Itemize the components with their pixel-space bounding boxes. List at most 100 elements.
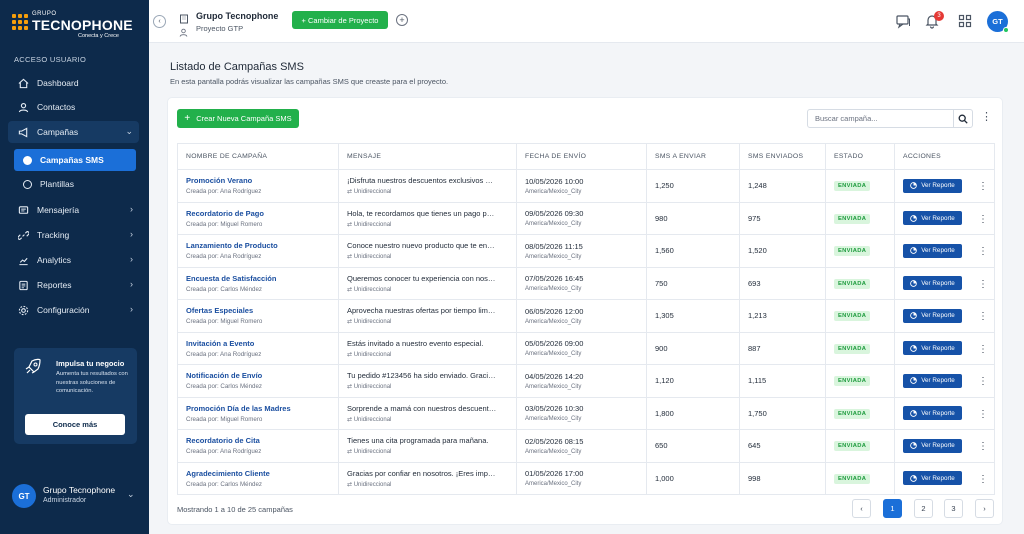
column-header[interactable]: SMS ENVIADOS bbox=[739, 143, 826, 170]
view-report-button[interactable]: Ver Reporte bbox=[903, 276, 962, 291]
conoce-mas-button[interactable]: Conoce más bbox=[25, 414, 125, 435]
message-type-label: Unidireccional bbox=[353, 416, 392, 423]
view-report-button[interactable]: Ver Reporte bbox=[903, 471, 962, 486]
table-row: Recordatorio de Cita Creada por: Ana Rodr… bbox=[177, 429, 995, 463]
pagination-page-1[interactable]: 1 bbox=[883, 499, 902, 518]
row-more-options-icon[interactable]: ⋮ bbox=[978, 409, 988, 420]
campaign-name-link[interactable]: Encuesta de Satisfacción bbox=[186, 274, 338, 283]
sidebar-item-campanas[interactable]: Campañas ⌄ bbox=[8, 121, 139, 143]
row-more-options-icon[interactable]: ⋮ bbox=[978, 312, 988, 322]
view-report-button[interactable]: Ver Reporte bbox=[903, 438, 962, 453]
chevron-right-icon: › bbox=[130, 229, 133, 239]
brand-tagline: Conecta y Crece bbox=[78, 33, 119, 39]
more-options-icon[interactable]: ⋮ bbox=[981, 112, 992, 123]
sidebar-item-configuracion[interactable]: Configuración › bbox=[8, 299, 139, 321]
view-report-button[interactable]: Ver Reporte bbox=[903, 406, 962, 421]
column-header[interactable]: MENSAJE bbox=[338, 143, 517, 170]
campaign-name-link[interactable]: Agradecimiento Cliente bbox=[186, 469, 338, 478]
campaign-name-link[interactable]: Ofertas Especiales bbox=[186, 306, 338, 315]
campaign-name-link[interactable]: Notificación de Envío bbox=[186, 371, 338, 380]
search-button[interactable] bbox=[953, 110, 972, 127]
column-header: ACCIONES bbox=[894, 143, 995, 170]
chart-icon bbox=[16, 253, 30, 267]
collapse-sidebar-button[interactable]: ‹ bbox=[153, 15, 166, 28]
sidebar-subitem-campanas-sms[interactable]: Campañas SMS bbox=[14, 149, 136, 171]
row-more-options-icon[interactable]: ⋮ bbox=[978, 247, 988, 257]
campaign-creator: Creada por: Ana Rodríguez bbox=[186, 350, 262, 358]
column-header[interactable]: FECHA DE ENVÍO bbox=[516, 143, 647, 170]
header-avatar[interactable]: GT bbox=[987, 11, 1009, 33]
search-input[interactable] bbox=[808, 110, 954, 127]
sms-to-send-cell: 1,120 bbox=[646, 364, 740, 398]
send-date: 08/05/2026 11:15 bbox=[525, 241, 583, 251]
pagination-page-3[interactable]: 3 bbox=[944, 499, 963, 518]
campaign-name-link[interactable]: Recordatorio de Pago bbox=[186, 209, 338, 218]
row-more-options-icon[interactable]: ⋮ bbox=[978, 182, 988, 192]
row-more-options-icon[interactable]: ⋮ bbox=[978, 344, 988, 355]
status-cell: ENVIADA bbox=[825, 299, 895, 333]
view-report-button[interactable]: Ver Reporte bbox=[903, 243, 962, 258]
pagination-next-button[interactable]: › bbox=[975, 499, 994, 518]
campaign-name-link[interactable]: Lanzamiento de Producto bbox=[186, 241, 338, 250]
project-name: Proyecto GTP bbox=[196, 24, 244, 33]
view-report-button[interactable]: Ver Reporte bbox=[903, 211, 962, 226]
sidebar-item-mensajeria[interactable]: Mensajería › bbox=[8, 199, 139, 221]
message-type-label: Unidireccional bbox=[353, 384, 392, 391]
page-title: Listado de Campañas SMS bbox=[170, 61, 304, 73]
row-more-options-icon[interactable]: ⋮ bbox=[978, 474, 988, 485]
view-report-button[interactable]: Ver Reporte bbox=[903, 373, 962, 388]
pagination-page-2[interactable]: 2 bbox=[914, 499, 933, 518]
campaign-creator: Creada por: Miguel Romero bbox=[186, 220, 263, 228]
row-more-options-icon[interactable]: ⋮ bbox=[978, 214, 988, 225]
row-more-options-icon[interactable]: ⋮ bbox=[978, 279, 988, 290]
table-row: Promoción Verano Creada por: Ana Rodrígue… bbox=[177, 169, 995, 203]
status-badge: ENVIADA bbox=[834, 278, 871, 289]
sms-sent-cell: 998 bbox=[739, 461, 826, 495]
sidebar-item-dashboard[interactable]: Dashboard bbox=[8, 72, 139, 94]
sms-sent-cell: 1,520 bbox=[739, 234, 826, 268]
status-cell: ENVIADA bbox=[825, 364, 895, 398]
view-report-button[interactable]: Ver Reporte bbox=[903, 308, 962, 323]
sidebar-item-reportes[interactable]: Reportes › bbox=[8, 274, 139, 296]
sidebar-item-tracking[interactable]: Tracking › bbox=[8, 224, 139, 246]
campaign-name-link[interactable]: Invitación a Evento bbox=[186, 339, 338, 348]
brand-logo[interactable]: GRUPO TECNOPHONE Conecta y Crece bbox=[12, 10, 142, 42]
campaign-name-link[interactable]: Promoción Día de las Madres bbox=[186, 404, 338, 413]
column-header[interactable]: NOMBRE DE CAMPAÑA bbox=[177, 143, 339, 170]
row-more-options-icon[interactable]: ⋮ bbox=[978, 442, 988, 452]
table-row: Notificación de Envío Creada por: Carlos … bbox=[177, 364, 995, 398]
campaign-name-link[interactable]: Promoción Verano bbox=[186, 176, 338, 185]
direction-icon: ⇄ bbox=[347, 449, 354, 456]
chat-icon[interactable] bbox=[895, 13, 911, 29]
user-icon bbox=[16, 100, 30, 114]
column-header[interactable]: SMS A ENVIAR bbox=[646, 143, 740, 170]
report-icon bbox=[16, 278, 30, 292]
campaign-creator: Creada por: Carlos Méndez bbox=[186, 383, 263, 391]
pagination-prev-button[interactable]: ‹ bbox=[852, 499, 871, 518]
sidebar-item-analytics[interactable]: Analytics › bbox=[8, 249, 139, 271]
actions-cell: Ver Reporte ⋮ bbox=[894, 234, 995, 268]
sms-to-send-cell: 1,560 bbox=[646, 234, 740, 268]
search-box bbox=[807, 109, 973, 128]
campaign-cell: Invitación a Evento Creada por: Ana Rodrí… bbox=[177, 331, 339, 365]
apps-grid-icon[interactable] bbox=[957, 13, 973, 29]
timezone: America/Mexico_City bbox=[525, 448, 582, 455]
view-report-button[interactable]: Ver Reporte bbox=[903, 341, 962, 356]
chevron-left-icon: ‹ bbox=[158, 18, 161, 25]
pagination-summary: Mostrando 1 a 10 de 25 campañas bbox=[177, 505, 293, 514]
actions-cell: Ver Reporte ⋮ bbox=[894, 331, 995, 365]
message-type-label: Unidireccional bbox=[353, 221, 392, 228]
view-report-button[interactable]: Ver Reporte bbox=[903, 178, 962, 193]
sidebar-item-contactos[interactable]: Contactos bbox=[8, 96, 139, 118]
campaign-name-link[interactable]: Recordatorio de Cita bbox=[186, 436, 338, 445]
sms-to-send-cell: 1,000 bbox=[646, 461, 740, 495]
row-more-options-icon[interactable]: ⋮ bbox=[978, 377, 988, 387]
direction-icon: ⇄ bbox=[347, 416, 354, 423]
sidebar-subitem-plantillas[interactable]: Plantillas bbox=[14, 173, 136, 195]
view-report-label: Ver Reporte bbox=[921, 377, 955, 385]
create-campaign-button[interactable]: + Crear Nueva Campaña SMS bbox=[177, 109, 299, 128]
column-header[interactable]: ESTADO bbox=[825, 143, 895, 170]
add-project-button[interactable]: + bbox=[396, 14, 408, 26]
sidebar-user[interactable]: GT Grupo Tecnophone Administrador ⌄ bbox=[0, 478, 149, 518]
change-project-button[interactable]: + Cambiar de Proyecto bbox=[292, 11, 388, 29]
